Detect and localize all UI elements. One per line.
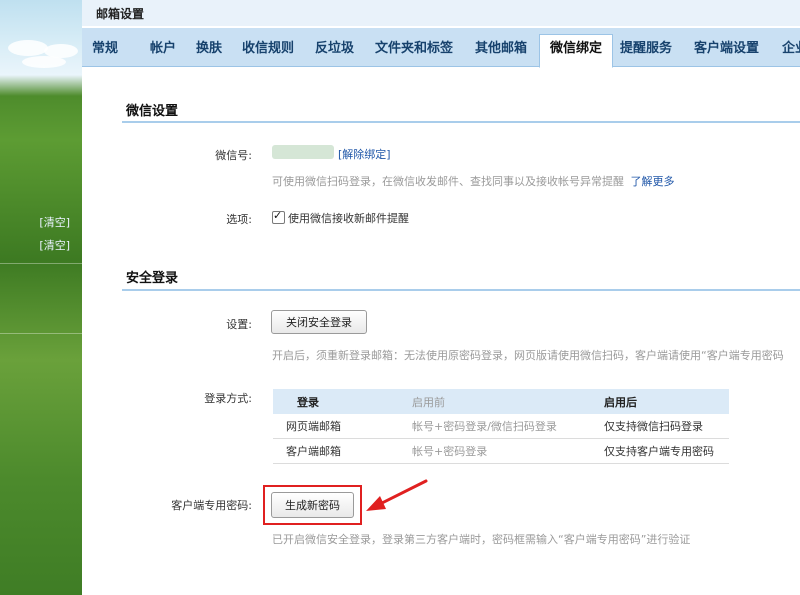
generate-password-button[interactable]: 生成新密码 (271, 492, 354, 518)
cell-after: 仅支持微信扫码登录 (604, 414, 729, 439)
tab-client-settings[interactable]: 客户端设置 (694, 36, 759, 66)
table-row: 网页端邮箱 帐号+密码登录/微信扫码登录 仅支持微信扫码登录 (273, 414, 729, 439)
login-method-label: 登录方式: (204, 392, 252, 405)
new-mail-reminder-checkbox[interactable] (272, 209, 285, 224)
cell-login: 客户端邮箱 (273, 438, 412, 464)
security-section-title: 安全登录 (126, 271, 179, 286)
client-password-label: 客户端专用密码: (171, 499, 252, 512)
cloud-decoration (8, 40, 48, 56)
tab-skin[interactable]: 换肤 (196, 36, 222, 66)
unbind-link[interactable]: [解除绑定] (338, 146, 391, 162)
login-method-table: 登录 启用前 启用后 网页端邮箱 帐号+密码登录/微信扫码登录 仅支持微信扫码登… (273, 389, 729, 464)
panel-header: 邮箱设置 (82, 0, 800, 26)
cell-after: 仅支持客户端专用密码 (604, 438, 729, 464)
learn-more-link[interactable]: 了解更多 (631, 175, 675, 188)
cell-before: 帐号+密码登录/微信扫码登录 (412, 414, 604, 439)
disable-secure-login-button[interactable]: 关闭安全登录 (271, 310, 367, 334)
setting-label: 设置: (226, 318, 252, 331)
wechat-id-value (272, 145, 334, 159)
table-row: 客户端邮箱 帐号+密码登录 仅支持客户端专用密码 (273, 438, 729, 464)
tab-reminder-service[interactable]: 提醒服务 (620, 36, 672, 66)
tab-folders-labels[interactable]: 文件夹和标签 (375, 36, 453, 66)
tab-enterprise[interactable]: 企业 (782, 36, 800, 66)
tab-anti-spam[interactable]: 反垃圾 (315, 36, 354, 66)
new-mail-reminder-label: 使用微信接收新邮件提醒 (288, 212, 409, 225)
col-after: 启用后 (604, 389, 729, 414)
cloud-decoration (22, 56, 66, 68)
section-divider (122, 289, 800, 291)
clear-link-1[interactable]: [清空] (39, 214, 70, 230)
divider (0, 333, 82, 334)
section-divider (122, 121, 800, 123)
col-login: 登录 (273, 389, 412, 414)
cell-before: 帐号+密码登录 (412, 438, 604, 464)
table-header-row: 登录 启用前 启用后 (273, 389, 729, 414)
settings-tabs: 常规 帐户 换肤 收信规则 反垃圾 文件夹和标签 其他邮箱 微信绑定 提醒服务 … (82, 28, 800, 68)
background-sidebar: [清空] [清空] (0, 0, 82, 595)
tab-receive-rules[interactable]: 收信规则 (242, 36, 294, 66)
setting-hint: 开启后，须重新登录邮箱：无法使用原密码登录，网页版请使用微信扫码，客户端请使用“… (272, 349, 784, 362)
tab-other-mailbox[interactable]: 其他邮箱 (475, 36, 527, 66)
tab-wechat-binding[interactable]: 微信绑定 (539, 34, 614, 68)
settings-panel: 邮箱设置 常规 帐户 换肤 收信规则 反垃圾 文件夹和标签 其他邮箱 微信绑定 … (82, 0, 800, 595)
wechat-section-title: 微信设置 (126, 104, 179, 119)
client-password-hint: 已开启微信安全登录，登录第三方客户端时，密码框需输入“客户端专用密码”进行验证 (272, 533, 691, 546)
tab-general[interactable]: 常规 (92, 36, 118, 66)
clear-link-2[interactable]: [清空] (39, 237, 70, 253)
wechat-hint: 可使用微信扫码登录，在微信收发邮件、查找同事以及接收帐号异常提醒 了解更多 (272, 173, 675, 189)
tab-account[interactable]: 帐户 (150, 36, 176, 66)
page-title: 邮箱设置 (96, 7, 145, 21)
col-before: 启用前 (412, 389, 604, 414)
divider (0, 263, 82, 264)
wechat-hint-text: 可使用微信扫码登录，在微信收发邮件、查找同事以及接收帐号异常提醒 (272, 175, 624, 188)
annotation-arrow-icon (366, 479, 428, 511)
options-label: 选项: (226, 213, 252, 226)
wechat-id-label: 微信号: (215, 149, 252, 162)
cell-login: 网页端邮箱 (273, 414, 412, 439)
